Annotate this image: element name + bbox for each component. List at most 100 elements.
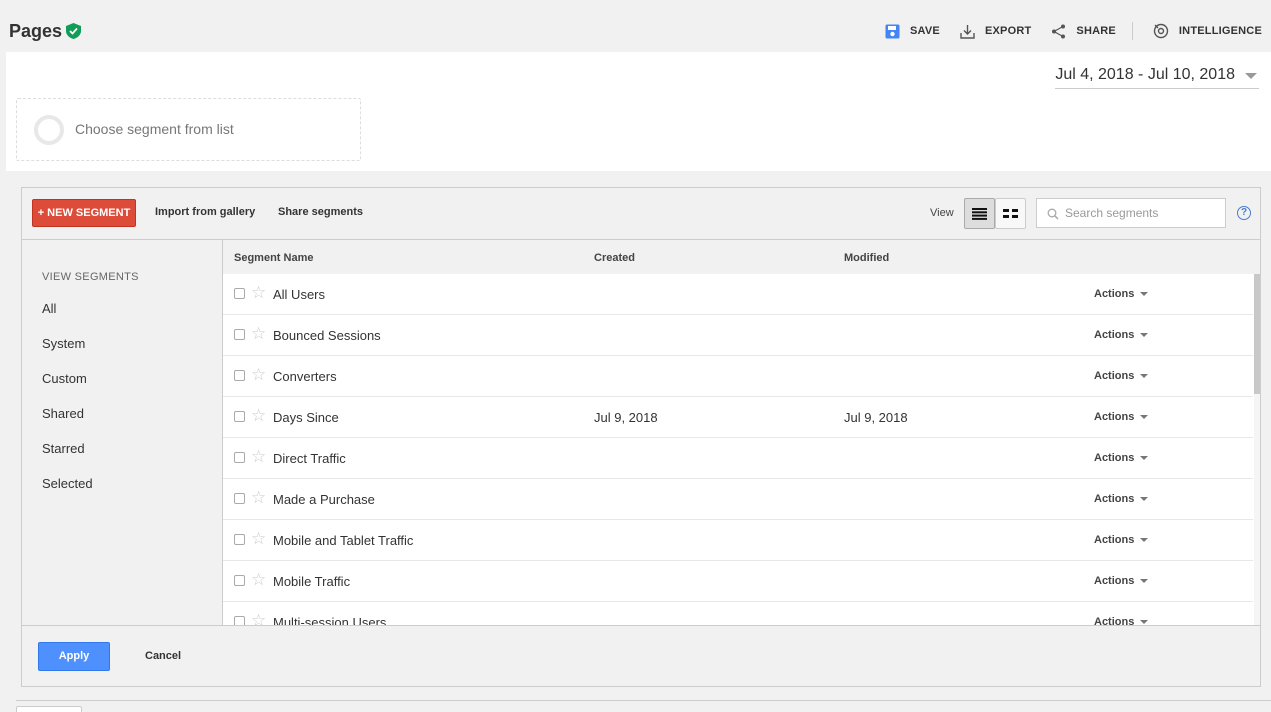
table-row[interactable]: ☆ Multi-session Users Actions	[223, 602, 1253, 625]
sidebar-item-shared[interactable]: Shared	[42, 406, 84, 421]
cancel-button[interactable]: Cancel	[145, 650, 181, 662]
row-checkbox[interactable]	[234, 329, 245, 340]
actions-dropdown[interactable]: Actions	[1094, 575, 1149, 587]
table-row[interactable]: ☆ Bounced Sessions Actions	[223, 315, 1253, 356]
actions-dropdown[interactable]: Actions	[1094, 370, 1149, 382]
row-checkbox[interactable]	[234, 411, 245, 422]
table-row[interactable]: ☆ All Users Actions	[223, 274, 1253, 315]
actions-dropdown[interactable]: Actions	[1094, 534, 1149, 546]
star-icon[interactable]: ☆	[251, 612, 266, 625]
row-checkbox[interactable]	[234, 616, 245, 625]
star-icon[interactable]: ☆	[251, 407, 266, 424]
save-button[interactable]: SAVE	[885, 24, 940, 39]
table-row[interactable]: ☆ Mobile and Tablet Traffic Actions	[223, 520, 1253, 561]
help-icon[interactable]: ?	[1237, 206, 1251, 220]
column-segment-name[interactable]: Segment Name	[234, 252, 313, 264]
chevron-down-icon	[1140, 374, 1149, 379]
actions-dropdown[interactable]: Actions	[1094, 411, 1149, 423]
save-label: SAVE	[910, 25, 940, 37]
row-checkbox[interactable]	[234, 575, 245, 586]
star-icon[interactable]: ☆	[251, 284, 266, 301]
chevron-down-icon	[1140, 415, 1149, 420]
chevron-down-icon	[1140, 333, 1149, 338]
grid-view-icon	[1003, 208, 1018, 218]
sidebar-item-selected[interactable]: Selected	[42, 476, 93, 491]
search-segments-input[interactable]	[1065, 204, 1220, 222]
actions-dropdown[interactable]: Actions	[1094, 493, 1149, 505]
sidebar-item-custom[interactable]: Custom	[42, 371, 87, 386]
export-button[interactable]: EXPORT	[960, 24, 1031, 39]
actions-label: Actions	[1094, 370, 1135, 382]
segment-slot[interactable]: Choose segment from list	[16, 98, 361, 161]
table-row[interactable]: ☆ Converters Actions	[223, 356, 1253, 397]
page-title: Pages	[9, 21, 63, 41]
chevron-down-icon	[1140, 579, 1149, 584]
table-body: ☆ All Users Actions ☆ Bounced Sessions Action…	[223, 274, 1253, 625]
star-icon[interactable]: ☆	[251, 366, 266, 383]
star-icon[interactable]: ☆	[251, 489, 266, 506]
import-from-gallery-link[interactable]: Import from gallery	[155, 206, 255, 218]
segment-picker-footer: Apply Cancel	[22, 625, 1260, 686]
chevron-down-icon	[1140, 497, 1149, 502]
actions-dropdown[interactable]: Actions	[1094, 452, 1149, 464]
segment-name[interactable]: All Users	[273, 287, 325, 302]
grid-view-button[interactable]	[995, 198, 1026, 229]
segment-name[interactable]: Multi-session Users	[273, 615, 386, 625]
segment-name[interactable]: Bounced Sessions	[273, 328, 381, 343]
table-row[interactable]: ☆ Days Since Jul 9, 2018 Jul 9, 2018 Actions	[223, 397, 1253, 438]
actions-label: Actions	[1094, 493, 1135, 505]
actions-dropdown[interactable]: Actions	[1094, 329, 1149, 341]
segment-picker-header: + NEW SEGMENT Import from gallery Share …	[22, 188, 1260, 240]
segment-table: Segment Name Created Modified ☆ All Users…	[223, 240, 1260, 625]
star-icon[interactable]: ☆	[251, 530, 266, 547]
actions-dropdown[interactable]: Actions	[1094, 616, 1149, 625]
column-created[interactable]: Created	[594, 252, 635, 264]
table-row[interactable]: ☆ Mobile Traffic Actions	[223, 561, 1253, 602]
share-segments-link[interactable]: Share segments	[278, 206, 363, 218]
report-toolbar: SAVE EXPORT SHARE INTELLIGENCE	[865, 22, 1262, 40]
segment-name[interactable]: Days Since	[273, 410, 339, 425]
actions-label: Actions	[1094, 534, 1135, 546]
sidebar-item-system[interactable]: System	[42, 336, 85, 351]
star-icon[interactable]: ☆	[251, 325, 266, 342]
segment-name[interactable]: Direct Traffic	[273, 451, 346, 466]
actions-dropdown[interactable]: Actions	[1094, 288, 1149, 300]
segment-created: Jul 9, 2018	[594, 410, 658, 425]
column-modified[interactable]: Modified	[844, 252, 889, 264]
apply-button[interactable]: Apply	[38, 642, 110, 671]
row-checkbox[interactable]	[234, 493, 245, 504]
star-icon[interactable]: ☆	[251, 571, 266, 588]
date-range-picker[interactable]: Jul 4, 2018 - Jul 10, 2018	[1055, 66, 1259, 89]
table-scrollbar[interactable]	[1254, 274, 1260, 625]
scrollbar-thumb[interactable]	[1254, 274, 1260, 394]
segment-name[interactable]: Mobile and Tablet Traffic	[273, 533, 413, 548]
segment-filter-sidebar: VIEW SEGMENTS All System Custom Shared S…	[22, 240, 223, 625]
segment-name[interactable]: Made a Purchase	[273, 492, 375, 507]
table-row[interactable]: ☆ Direct Traffic Actions	[223, 438, 1253, 479]
share-button[interactable]: SHARE	[1051, 24, 1116, 39]
segment-picker: + NEW SEGMENT Import from gallery Share …	[21, 187, 1261, 687]
sidebar-item-all[interactable]: All	[42, 301, 56, 316]
save-icon	[885, 24, 900, 38]
row-checkbox[interactable]	[234, 452, 245, 463]
segment-name[interactable]: Mobile Traffic	[273, 574, 350, 589]
share-label: SHARE	[1076, 25, 1116, 37]
sidebar-item-starred[interactable]: Starred	[42, 441, 85, 456]
bottom-tab[interactable]	[16, 706, 82, 712]
star-icon[interactable]: ☆	[251, 448, 266, 465]
list-view-button[interactable]	[964, 198, 995, 229]
segment-name[interactable]: Converters	[273, 369, 337, 384]
search-segments-field[interactable]	[1036, 198, 1226, 228]
row-checkbox[interactable]	[234, 370, 245, 381]
share-icon	[1052, 24, 1066, 38]
table-row[interactable]: ☆ Made a Purchase Actions	[223, 479, 1253, 520]
actions-label: Actions	[1094, 452, 1135, 464]
row-checkbox[interactable]	[234, 534, 245, 545]
intelligence-button[interactable]: INTELLIGENCE	[1153, 23, 1262, 39]
chevron-down-icon	[1140, 620, 1149, 625]
toolbar-divider	[1131, 22, 1133, 40]
search-icon	[1047, 208, 1059, 220]
row-checkbox[interactable]	[234, 288, 245, 299]
actions-label: Actions	[1094, 329, 1135, 341]
new-segment-button[interactable]: + NEW SEGMENT	[32, 199, 136, 227]
